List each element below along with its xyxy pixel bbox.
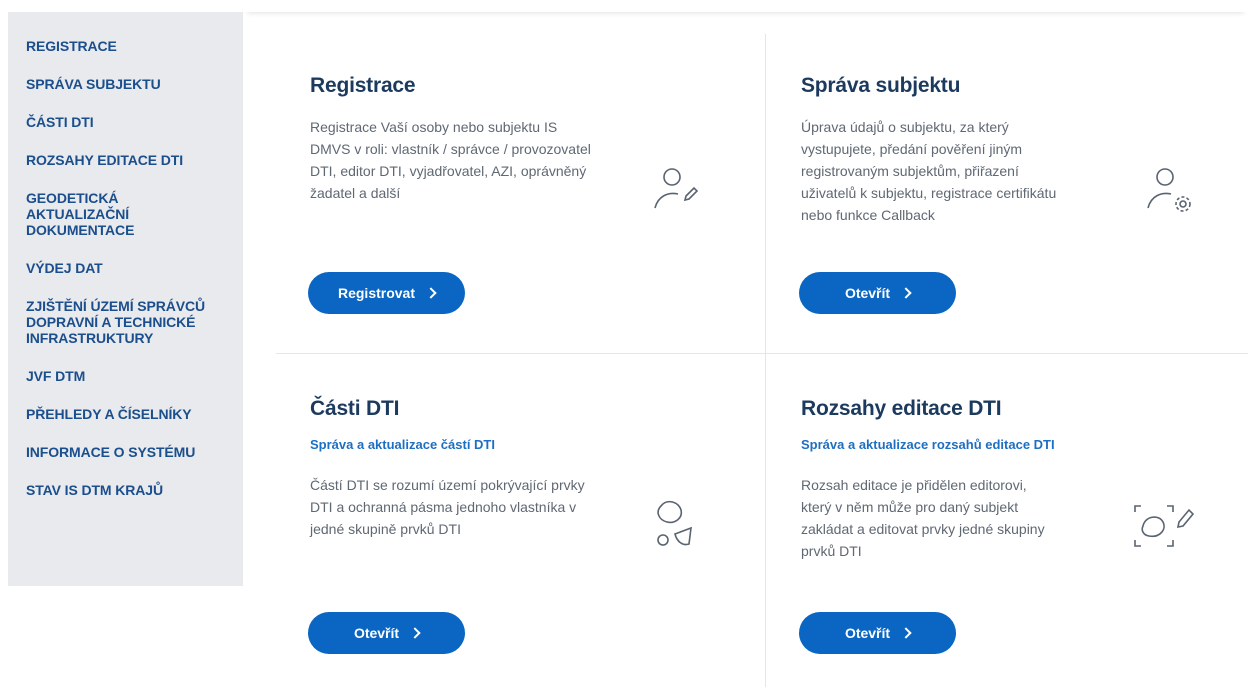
button-label: Otevřít bbox=[353, 625, 400, 641]
card-description: Registrace Vaší osoby nebo subjektu IS D… bbox=[310, 119, 591, 201]
button-label: Registrovat bbox=[337, 285, 416, 301]
sidebar-item-stav-krajuu[interactable]: STAV IS DTM KRAJŮ bbox=[8, 482, 243, 498]
chevron-right-icon bbox=[900, 287, 912, 299]
otevrit-casti-button[interactable]: Otevřít bbox=[308, 612, 465, 654]
button-label: Otevřít bbox=[844, 625, 891, 641]
card-title: Rozsahy editace DTI bbox=[801, 397, 1002, 420]
sidebar-item-rozsahy-editace[interactable]: ROZSAHY EDITACE DTI bbox=[8, 152, 243, 168]
sidebar-item-vydej-dat[interactable]: VÝDEJ DAT bbox=[8, 260, 243, 276]
chevron-right-icon bbox=[425, 287, 437, 299]
sidebar-item-gad[interactable]: GEODETICKÁ AKTUALIZAČNÍ DOKUMENTACE bbox=[8, 190, 178, 238]
user-settings-icon bbox=[1143, 166, 1197, 225]
card-subtitle: Správa a aktualizace rozsahů editace DTI bbox=[801, 437, 1055, 452]
sidebar-item-registrace[interactable]: REGISTRACE bbox=[8, 38, 243, 54]
otevrit-rozsahy-button[interactable]: Otevřít bbox=[799, 612, 956, 654]
sidebar-item-casti-dti[interactable]: ČÁSTI DTI bbox=[8, 114, 243, 130]
areas-icon bbox=[651, 498, 703, 555]
main-content: Registrace Registrace Vaší osoby nebo su… bbox=[243, 12, 1248, 687]
card-description: Částí DTI se rozumí území pokrývající pr… bbox=[310, 477, 585, 537]
chevron-right-icon bbox=[409, 627, 421, 639]
area-edit-icon bbox=[1131, 500, 1197, 557]
card-title: Části DTI bbox=[310, 397, 400, 420]
card-title: Registrace bbox=[310, 74, 416, 97]
sidebar: REGISTRACE SPRÁVA SUBJEKTU ČÁSTI DTI ROZ… bbox=[8, 12, 243, 586]
sidebar-item-informace[interactable]: INFORMACE O SYSTÉMU bbox=[8, 444, 243, 460]
user-edit-icon bbox=[650, 166, 700, 221]
sidebar-item-prehledy[interactable]: PŘEHLEDY A ČÍSELNÍKY bbox=[8, 406, 243, 422]
chevron-right-icon bbox=[900, 627, 912, 639]
registrovat-button[interactable]: Registrovat bbox=[308, 272, 465, 314]
button-label: Otevřít bbox=[844, 285, 891, 301]
horizontal-divider bbox=[276, 353, 1248, 354]
card-description: Rozsah editace je přidělen editorovi, kt… bbox=[801, 477, 1045, 559]
sidebar-item-zjisteni-uzemi[interactable]: ZJIŠTĚNÍ ÚZEMÍ SPRÁVCŮ DOPRAVNÍ A TECHNI… bbox=[8, 298, 238, 346]
card-title: Správa subjektu bbox=[801, 74, 961, 97]
card-subtitle: Správa a aktualizace částí DTI bbox=[310, 437, 495, 452]
vertical-divider bbox=[765, 34, 766, 687]
sidebar-item-sprava-subjektu[interactable]: SPRÁVA SUBJEKTU bbox=[8, 76, 243, 92]
otevrit-sprava-button[interactable]: Otevřít bbox=[799, 272, 956, 314]
sidebar-item-jvf-dtm[interactable]: JVF DTM bbox=[8, 368, 243, 384]
card-description: Úprava údajů o subjektu, za který vystup… bbox=[801, 119, 1057, 223]
top-bar bbox=[243, 0, 1248, 12]
